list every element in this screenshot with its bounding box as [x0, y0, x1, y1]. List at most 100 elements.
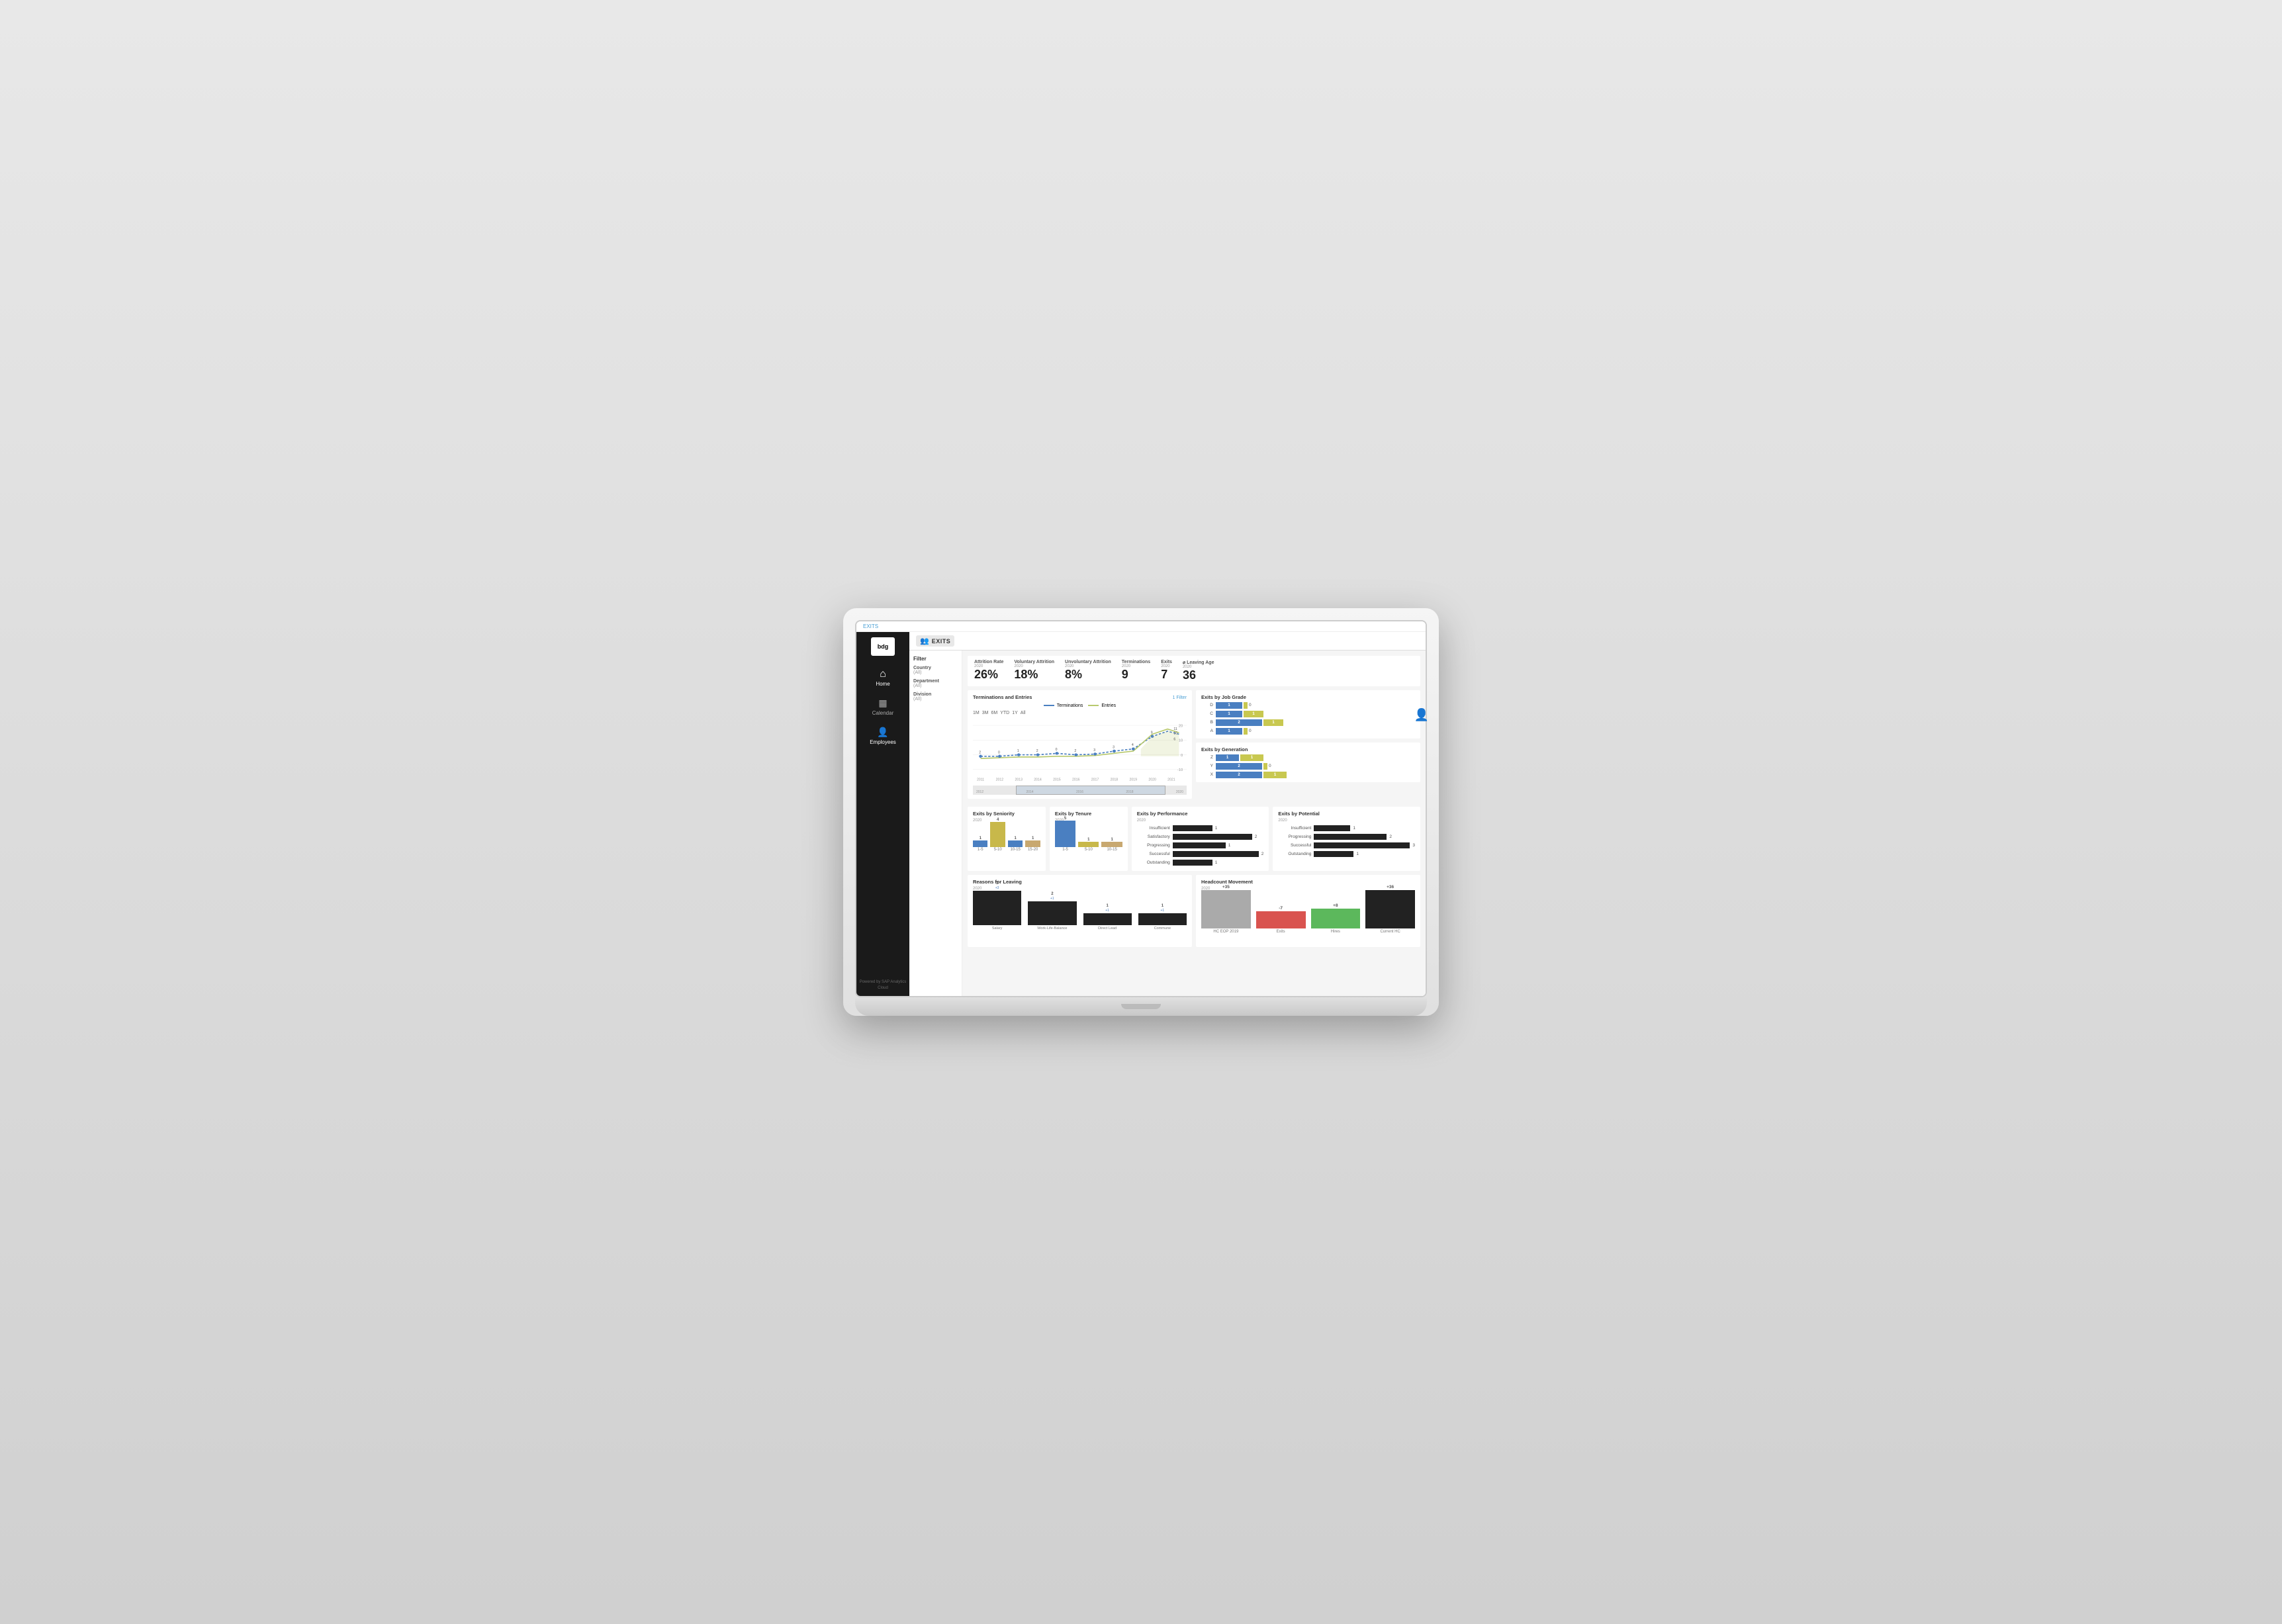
sidebar-label-calendar: Calendar — [872, 710, 893, 716]
seniority-title: Exits by Seniority — [973, 811, 1040, 817]
terminations-legend: Terminations — [1044, 703, 1083, 708]
ten-bar-yellow-1 — [1078, 842, 1099, 847]
hc-eop-bar — [1201, 890, 1251, 928]
kpi-term-label: Terminations — [1122, 660, 1150, 664]
term-legend-entries: Entries — [1101, 703, 1116, 708]
reason-sal-bar — [973, 891, 1021, 925]
filter-department[interactable]: Department (All) — [913, 679, 958, 688]
exits-tenure: Exits by Tenure 2020 5 1-5 — [1050, 807, 1128, 871]
filter-country-label: Country — [913, 666, 958, 670]
line-chart: 20 10 0 -10 — [973, 718, 1187, 784]
pot-label-1: Progressing — [1278, 835, 1311, 839]
sen-bar-10-15: 1 10-15 — [1008, 836, 1023, 852]
pot-successful: Successful 3 — [1278, 842, 1415, 848]
reason-wlb-label: Work-Life-Balance — [1037, 926, 1067, 930]
reason-commune: 1 +1 Commune — [1138, 904, 1187, 930]
kpi-attrition-value: 26% — [974, 668, 1003, 682]
bar-x-yellow: 1 — [1263, 772, 1287, 778]
reason-wlb: 2 +1 Work-Life-Balance — [1028, 892, 1076, 930]
time-1y[interactable]: 1Y — [1012, 711, 1018, 715]
perf-label-0: Insufficient — [1137, 826, 1170, 831]
powered-by-text: Powered by SAP Analytics Cloud — [860, 980, 907, 989]
sidebar: bdg ⌂ Home ▦ Calendar 👤 Employees Powere… — [856, 632, 909, 996]
exits-badge: 👥 EXITS — [916, 635, 954, 647]
perf-count-0: 1 — [1215, 826, 1218, 831]
perf-count-2: 1 — [1228, 843, 1231, 848]
seniority-year: 2020 — [973, 819, 1040, 823]
bar-b-yellow: 1 — [1263, 719, 1283, 726]
exits-title: EXITS — [932, 638, 951, 645]
hc-current-label-top: +36 — [1387, 885, 1394, 889]
kpi-term-value: 9 — [1122, 668, 1150, 682]
bar-b-blue: 2 — [1216, 719, 1262, 726]
sen-label-3: 10-15 — [1010, 848, 1020, 852]
bar-row-z: Z 1 1 — [1201, 754, 1415, 761]
pot-progressing: Progressing 2 — [1278, 834, 1415, 840]
svg-text:4: 4 — [1132, 743, 1134, 747]
filter-country[interactable]: Country (All) — [913, 666, 958, 675]
bar-z-blue: 1 — [1216, 754, 1239, 761]
time-6m[interactable]: 6M — [991, 711, 997, 715]
sen-label-1: 1-5 — [978, 848, 983, 852]
bar-c-blue: 1 — [1216, 711, 1242, 717]
time-ytd[interactable]: YTD — [1000, 711, 1009, 715]
bar-z-yellow: 1 — [1240, 754, 1263, 761]
svg-text:1: 1 — [1017, 749, 1019, 753]
bar-d-yellow — [1244, 702, 1248, 709]
bar-y-num: 0 — [1269, 764, 1277, 768]
laptop-base — [855, 997, 1427, 1016]
hc-current-label-bottom: Current HC — [1380, 930, 1400, 934]
pot-bar-3 — [1314, 851, 1353, 857]
svg-text:2018: 2018 — [1111, 778, 1118, 782]
reason-wlb-num: 2 — [1051, 892, 1053, 896]
term-filter[interactable]: 1 Filter — [1173, 696, 1187, 700]
reason-sal-sub: +3 — [995, 886, 999, 890]
bar-a-blue: 1 — [1216, 728, 1242, 735]
svg-text:20: 20 — [1179, 724, 1183, 728]
reason-com-label: Commune — [1154, 926, 1171, 930]
hc-title: Headcount Movement — [1201, 879, 1415, 885]
calendar-icon: ▦ — [878, 698, 887, 709]
bar-d-num: 0 — [1249, 703, 1257, 707]
term-legend-terminations: Terminations — [1057, 703, 1083, 708]
bottom-row: Reasons for Leaving 2020 3 +3 Salary — [968, 875, 1420, 947]
bar-row-c: C 1 1 — [1201, 711, 1415, 717]
potential-year: 2020 — [1278, 819, 1415, 823]
hc-eop-label-bottom: HC EOP 2019 — [1213, 930, 1238, 934]
time-1m[interactable]: 1M — [973, 711, 980, 715]
job-grade-bars: D 1 0 C — [1201, 702, 1415, 735]
perf-label-1: Satisfactory — [1137, 835, 1170, 839]
time-all[interactable]: All — [1021, 711, 1026, 715]
svg-text:6: 6 — [1173, 737, 1175, 741]
svg-text:2016: 2016 — [1072, 778, 1080, 782]
bar-a-yellow — [1244, 728, 1248, 735]
time-3m[interactable]: 3M — [982, 711, 989, 715]
sidebar-label-home: Home — [876, 681, 890, 687]
reasons-bars: 3 +3 Salary 2 +1 Wor — [973, 893, 1187, 940]
hc-current: +36 Current HC — [1365, 885, 1415, 934]
svg-text:2: 2 — [1074, 749, 1076, 753]
pot-label-3: Outstanding — [1278, 852, 1311, 856]
svg-text:-10: -10 — [1177, 768, 1183, 772]
charts-area: Attrition Rate 2020 26% Voluntary Attrit… — [962, 651, 1426, 996]
sidebar-item-calendar[interactable]: ▦ Calendar — [856, 692, 909, 721]
kpi-exits: Exits 2020 7 — [1161, 660, 1172, 682]
perf-bar-3 — [1173, 851, 1259, 857]
term-header: Terminations and Entries 1 Filter — [973, 694, 1187, 702]
filter-division[interactable]: Division (All) — [913, 692, 958, 701]
kpi-row: Attrition Rate 2020 26% Voluntary Attrit… — [968, 656, 1420, 686]
sen-bar-orange-1 — [1025, 840, 1040, 847]
exits-potential: Exits by Potential 2020 Insufficient 1 — [1273, 807, 1420, 871]
kpi-unvol-label: Unvoluntary Attrition — [1065, 660, 1111, 664]
sidebar-item-employees[interactable]: 👤 Employees — [856, 721, 909, 750]
pot-label-2: Successful — [1278, 843, 1311, 848]
svg-text:0: 0 — [1056, 748, 1058, 752]
performance-year: 2020 — [1137, 819, 1264, 823]
logo[interactable]: bdg — [871, 637, 895, 656]
sidebar-item-home[interactable]: ⌂ Home — [856, 664, 909, 692]
ten-label-2: 5-10 — [1085, 848, 1093, 852]
reason-sal-label: Salary — [992, 926, 1003, 930]
perf-count-3: 2 — [1261, 852, 1264, 856]
pot-count-1: 2 — [1389, 835, 1392, 839]
exits-generation: Exits by Generation Z 1 1 — [1196, 743, 1420, 782]
